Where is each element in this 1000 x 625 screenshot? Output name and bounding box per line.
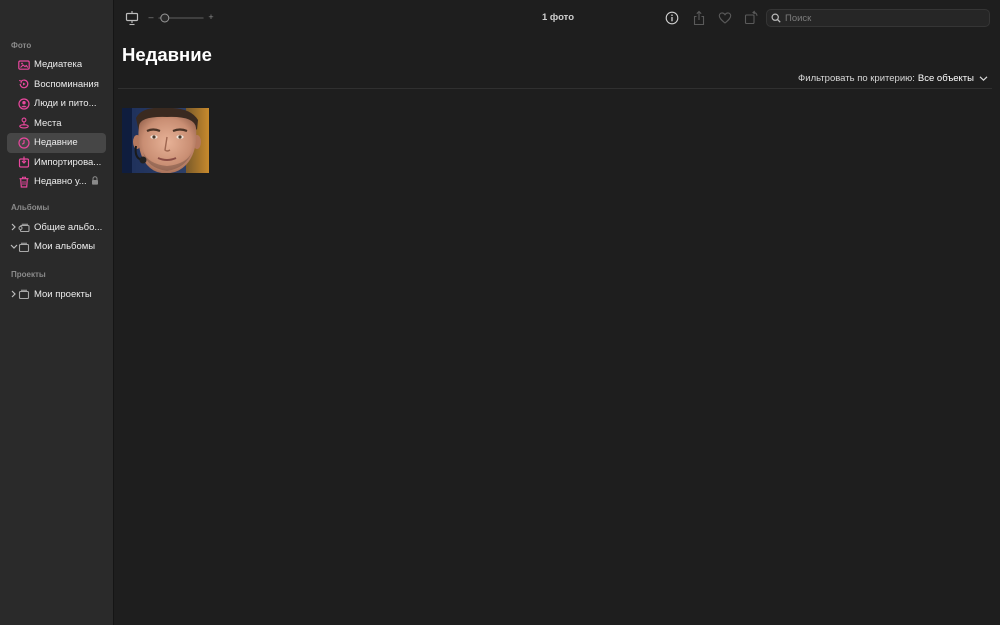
divider xyxy=(118,88,992,89)
sidebar-item-memories[interactable]: Воспоминания xyxy=(7,75,106,95)
recents-icon xyxy=(18,137,30,149)
sidebar-item-label: Люди и пито... xyxy=(34,98,97,110)
portrait-photo xyxy=(122,108,209,173)
chevron-down-icon xyxy=(979,75,988,82)
sidebar-item-label: Общие альбо... xyxy=(34,221,103,233)
sidebar-item-label: Недавно у... xyxy=(34,176,87,188)
library-icon xyxy=(18,59,30,71)
section-title-photos: Фото xyxy=(11,41,32,50)
sidebar-item-label: Места xyxy=(34,117,62,129)
sidebar-item-my-projects[interactable]: Мои проекты xyxy=(7,285,106,305)
sidebar: Фото Медиатека Воспоминания Люди и пито.… xyxy=(0,0,114,625)
memories-icon xyxy=(18,78,30,90)
sidebar-item-my-albums[interactable]: Мои альбомы xyxy=(7,237,106,257)
sidebar-item-recents[interactable]: Недавние xyxy=(7,133,106,153)
sidebar-item-label: Воспоминания xyxy=(34,78,99,90)
sidebar-item-library[interactable]: Медиатека xyxy=(7,55,106,75)
sidebar-item-label: Недавние xyxy=(34,137,78,149)
trash-icon xyxy=(18,176,30,188)
zoom-out-button[interactable]: – xyxy=(148,12,154,22)
photo-thumbnail[interactable] xyxy=(122,108,209,173)
filter-label: Фильтровать по критерию: xyxy=(798,73,915,84)
zoom-in-button[interactable]: + xyxy=(207,12,215,22)
sidebar-item-shared-albums[interactable]: Общие альбо... xyxy=(7,218,106,238)
toolbar: – + 1 фото xyxy=(114,0,1000,36)
search-field[interactable] xyxy=(766,9,990,27)
sidebar-item-label: Импортирова... xyxy=(34,156,102,168)
search-icon xyxy=(771,13,781,23)
chevron-down-icon[interactable] xyxy=(9,243,18,250)
folder-icon xyxy=(18,288,30,300)
folder-icon xyxy=(18,241,30,253)
sidebar-item-recently-deleted[interactable]: Недавно у... xyxy=(7,172,106,192)
section-title-albums: Альбомы xyxy=(11,202,50,212)
imports-icon xyxy=(18,156,30,168)
sidebar-item-label: Медиатека xyxy=(34,59,83,71)
chevron-right-icon[interactable] xyxy=(9,290,18,298)
sidebar-item-label: Мои альбомы xyxy=(34,241,96,253)
share-icon[interactable] xyxy=(692,10,706,26)
rotate-icon[interactable] xyxy=(744,10,759,25)
page-title: Недавние xyxy=(122,44,212,65)
info-icon[interactable] xyxy=(665,11,679,25)
photo-count: 1 фото xyxy=(541,12,574,23)
places-icon xyxy=(18,117,30,129)
people-icon xyxy=(18,98,30,110)
sidebar-item-imports[interactable]: Импортирова... xyxy=(7,153,106,173)
sidebar-item-label: Мои проекты xyxy=(34,288,92,300)
sidebar-item-places[interactable]: Места xyxy=(7,114,106,134)
filter-value: Все объекты xyxy=(917,73,974,84)
shared-albums-icon xyxy=(18,221,30,233)
zoom-slider[interactable] xyxy=(157,11,205,25)
slideshow-icon[interactable] xyxy=(125,10,139,26)
sidebar-item-people[interactable]: Люди и пито... xyxy=(7,94,106,114)
heart-icon[interactable] xyxy=(718,11,732,25)
chevron-right-icon[interactable] xyxy=(9,223,18,231)
search-input[interactable] xyxy=(785,12,975,24)
section-title-projects: Проекты xyxy=(11,269,46,279)
filter-menu[interactable]: Фильтровать по критерию: Все объекты xyxy=(798,73,988,84)
lock-icon xyxy=(91,175,99,188)
